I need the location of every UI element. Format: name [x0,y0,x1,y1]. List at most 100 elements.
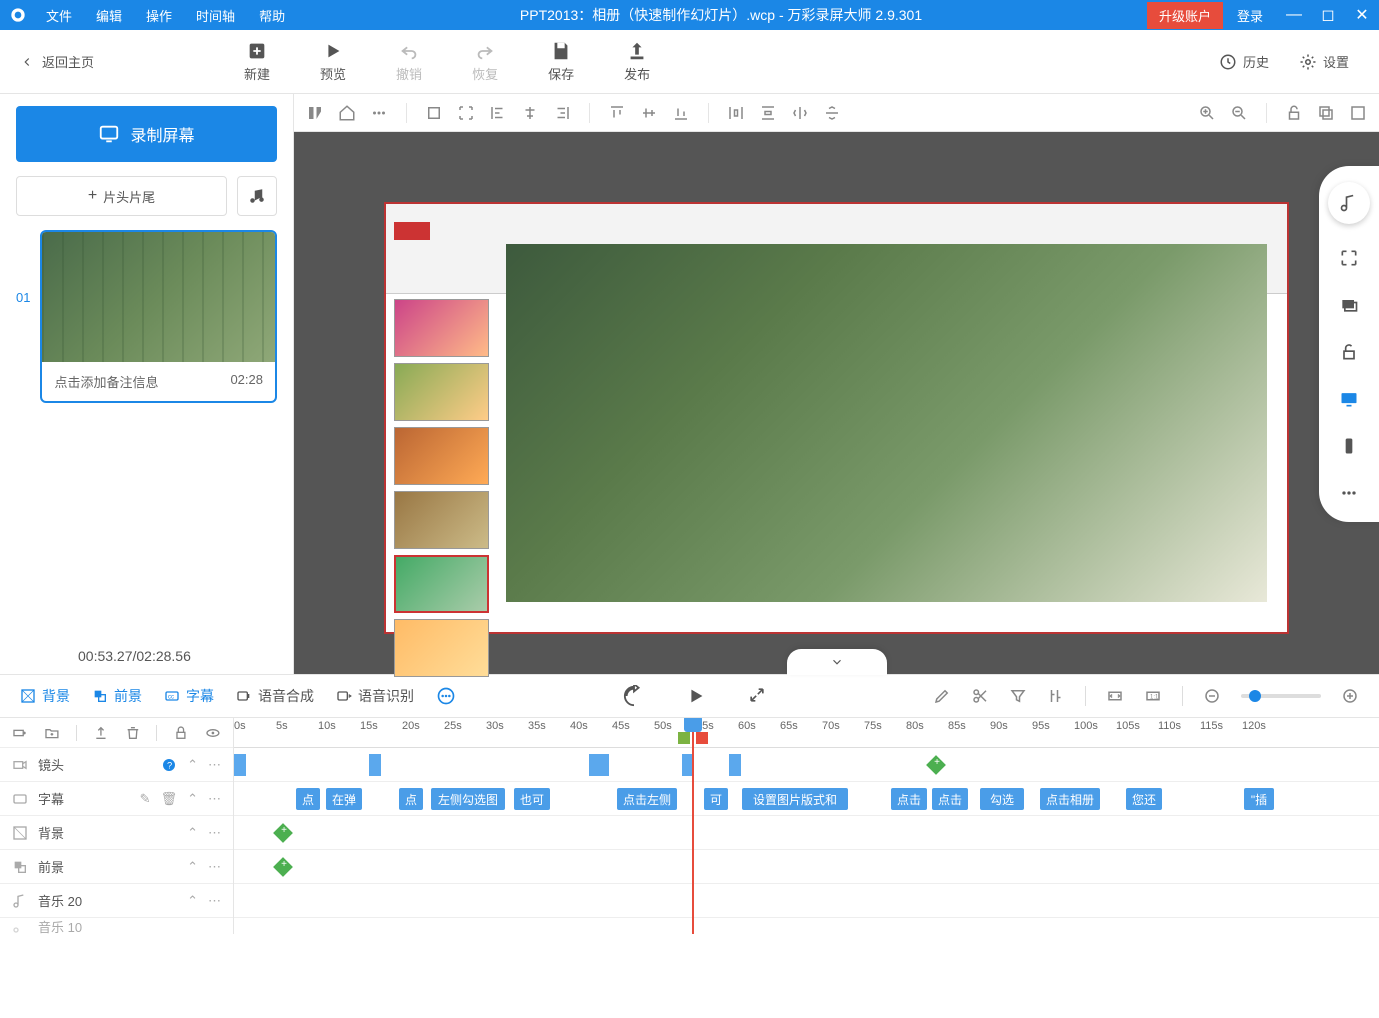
menu-action[interactable]: 操作 [136,2,182,29]
dist-h-icon[interactable] [727,104,745,122]
trash-track-icon[interactable]: 🗑 [161,791,178,807]
scene-card[interactable]: 点击添加备注信息 02:28 [40,230,277,403]
add-folder-icon[interactable] [44,725,60,741]
fullscreen-icon[interactable] [1339,248,1359,271]
track-fg[interactable]: 前景 ⌃⋯ [0,850,233,884]
adjust-icon[interactable] [1047,687,1065,705]
zoom-out-icon[interactable] [1230,104,1248,122]
subtitle-clip[interactable]: 在弹 [326,788,362,810]
back-button[interactable]: 返回主页 [0,52,114,71]
align-right-icon[interactable] [553,104,571,122]
trash-icon[interactable] [125,725,141,741]
more-circle-icon[interactable] [436,686,456,706]
subtitle-clip[interactable]: 左侧勾选图 [431,788,505,810]
subtitle-clip[interactable]: 可 [704,788,728,810]
camera-track-content[interactable] [234,748,1379,782]
menu-file[interactable]: 文件 [36,2,82,29]
layers-icon[interactable] [1339,295,1359,318]
track-bg[interactable]: 背景 ⌃⋯ [0,816,233,850]
new-button[interactable]: 新建 [244,40,270,83]
subtitle-clip[interactable]: 也可 [514,788,550,810]
valign-mid-icon[interactable] [640,104,658,122]
crop-icon[interactable] [425,104,443,122]
fit-icon[interactable] [1106,687,1124,705]
audio-panel-button[interactable] [1328,182,1370,224]
copy-icon[interactable] [1317,104,1335,122]
dist-v-icon[interactable] [759,104,777,122]
menu-help[interactable]: 帮助 [249,2,295,29]
help-icon[interactable]: ? [161,757,177,773]
subtitle-clip[interactable]: 点击 [932,788,968,810]
align-center-icon[interactable] [521,104,539,122]
camera-clip[interactable] [369,754,381,776]
zoom-in-icon[interactable] [1198,104,1216,122]
keyframe-add[interactable] [273,823,293,843]
settings-dots-icon[interactable]: ⋯ [208,825,221,841]
zoom-out-tl-icon[interactable] [1203,687,1221,705]
music-button[interactable] [237,176,277,216]
settings-dots-icon[interactable]: ⋯ [208,859,221,875]
unlock-icon[interactable] [1285,104,1303,122]
grid-icon[interactable] [1349,104,1367,122]
zoom-in-tl-icon[interactable] [1341,687,1359,705]
bg-track-content[interactable] [234,816,1379,850]
collapse-icon[interactable]: ⌃ [187,893,198,909]
filter-icon[interactable] [1009,687,1027,705]
settings-dots-icon[interactable]: ⋯ [208,893,221,909]
loop-icon[interactable] [623,685,645,707]
music-track-content[interactable] [234,884,1379,918]
minimize-button[interactable]: — [1277,0,1311,30]
collapse-icon[interactable]: ⌃ [187,859,198,875]
track-music2[interactable]: 音乐 10 [0,918,233,934]
eye-icon[interactable] [205,725,221,741]
collapse-icon[interactable]: ⌃ [187,825,198,841]
expand-icon[interactable] [747,685,767,705]
edit-track-icon[interactable]: ✎ [140,791,151,807]
tab-asr[interactable]: 语音识别 [336,686,414,706]
settings-dots-icon[interactable]: ⋯ [208,791,221,807]
settings-dots-icon[interactable]: ⋯ [208,757,221,773]
edit-icon[interactable] [933,687,951,705]
record-button[interactable]: 录制屏幕 [16,106,277,162]
focus-icon[interactable] [457,104,475,122]
track-area[interactable]: 0s5s10s15s20s25s30s35s40s45s50s55s60s65s… [234,718,1379,934]
collapse-icon[interactable]: ⌃ [187,791,198,807]
play-button[interactable] [685,685,707,707]
tool-icon[interactable] [306,104,324,122]
fg-track-content[interactable] [234,850,1379,884]
upload-icon[interactable] [93,725,109,741]
subtitle-clip[interactable]: 勾选 [980,788,1024,810]
add-track-icon[interactable] [12,725,28,741]
maximize-button[interactable]: ◻ [1311,0,1345,30]
flip-v-icon[interactable] [823,104,841,122]
valign-bot-icon[interactable] [672,104,690,122]
lock-icon[interactable] [173,725,189,741]
subtitle-clip[interactable]: 设置图片版式和 [742,788,848,810]
tab-background[interactable]: 背景 [20,686,70,706]
track-subtitle[interactable]: 字幕 ✎🗑⌃⋯ [0,782,233,816]
login-button[interactable]: 登录 [1223,2,1277,29]
menu-edit[interactable]: 编辑 [86,2,132,29]
settings-button[interactable]: 设置 [1299,52,1349,71]
history-button[interactable]: 历史 [1219,52,1269,71]
subtitle-clip[interactable]: 点击 [891,788,927,810]
tab-foreground[interactable]: 前景 [92,686,142,706]
collapse-handle[interactable] [787,649,887,675]
home-icon[interactable] [338,104,356,122]
camera-clip[interactable] [234,754,246,776]
scene-note[interactable]: 点击添加备注信息 [54,372,158,391]
track-music[interactable]: 音乐 20 ⌃⋯ [0,884,233,918]
subtitle-track-content[interactable]: 点 在弹 点 左侧勾选图 也可 点击左侧 可 设置图片版式和 点击 点击 勾选 … [234,782,1379,816]
onetoone-icon[interactable]: 1:1 [1144,687,1162,705]
subtitle-clip[interactable]: 点击相册 [1040,788,1100,810]
align-left-icon[interactable] [489,104,507,122]
cut-icon[interactable] [971,687,989,705]
tab-tts[interactable]: 语音合成 [236,686,314,706]
close-button[interactable]: ✕ [1345,0,1379,30]
keyframe-add[interactable] [926,755,946,775]
track-camera[interactable]: 镜头 ? ⌃⋯ [0,748,233,782]
collapse-icon[interactable]: ⌃ [187,757,198,773]
camera-clip[interactable] [729,754,741,776]
subtitle-clip[interactable]: 点击左侧 [617,788,677,810]
menu-timeline[interactable]: 时间轴 [186,2,245,29]
